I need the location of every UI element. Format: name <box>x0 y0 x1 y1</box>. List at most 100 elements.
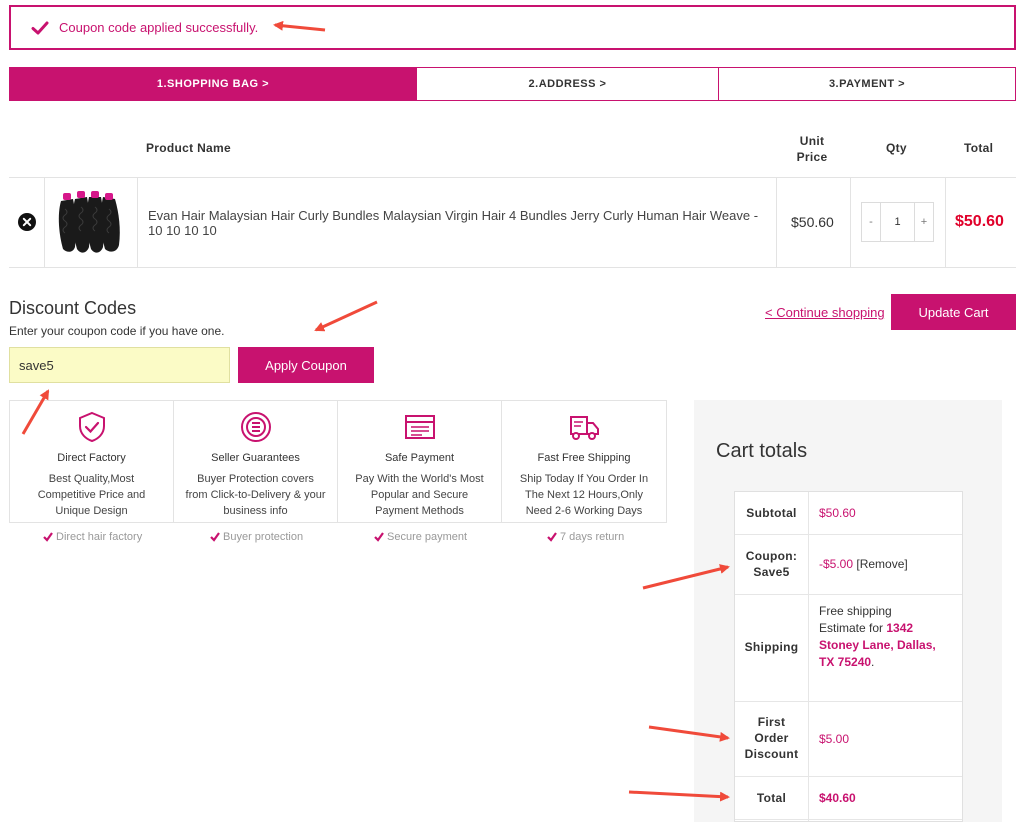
coupon-value: -$5.00 <box>819 557 854 571</box>
product-name-line1: Evan Hair Malaysian Hair Curly Bundles M… <box>148 208 759 223</box>
totals-row-divider <box>735 819 962 820</box>
update-cart-button[interactable]: Update Cart <box>891 294 1016 330</box>
feature-tag: Direct hair factory <box>43 531 142 543</box>
feature-desc: Best Quality,Most Competitive Price and … <box>18 471 165 519</box>
coupon-label-line2: Save5 <box>753 565 790 579</box>
shipping-label: Shipping <box>744 640 799 654</box>
col-divider <box>44 177 45 267</box>
feature-seller-guarantees: Seller Guarantees Buyer Protection cover… <box>173 400 338 523</box>
feature-tag-text: Secure payment <box>387 531 468 543</box>
col-divider <box>850 177 851 267</box>
arrow-subtitle-icon <box>314 300 378 332</box>
feature-desc-line: Buyer Protection covers <box>197 473 314 485</box>
subtotal-label: Subtotal <box>746 506 797 520</box>
shipping-address-part: 1342 <box>886 621 914 635</box>
shipping-estimate-line: Estimate for 1342 <box>819 620 954 637</box>
header-unit-price-line1: Unit <box>799 134 825 148</box>
header-qty: Qty <box>886 141 907 155</box>
subtotal-value: $50.60 <box>819 506 856 520</box>
shield-check-icon <box>78 411 105 443</box>
first-order-discount-value: $5.00 <box>819 732 850 746</box>
checkmark-icon <box>31 21 49 35</box>
shipping-address-part: TX 75240 <box>819 655 872 669</box>
qty-decrease-button[interactable]: - <box>862 203 880 241</box>
notice-text: Coupon code applied successfully. <box>59 20 259 35</box>
quantity-stepper[interactable]: - 1 + <box>861 202 934 242</box>
continue-shopping-link[interactable]: < Continue shopping <box>765 305 885 320</box>
feature-desc-line: Need 2-6 Working Days <box>525 505 643 517</box>
shipping-estimate-prefix: Estimate for <box>819 621 884 635</box>
feature-desc-line: Competitive Price and <box>37 489 146 501</box>
check-icon <box>374 532 384 542</box>
col-divider <box>945 177 946 267</box>
check-icon <box>547 532 557 542</box>
feature-desc-line: from Click-to-Delivery & your <box>185 489 326 501</box>
header-unit-price-line2: Price <box>796 150 828 164</box>
shipping-details: Free shipping Estimate for 1342 Stoney L… <box>819 603 954 671</box>
feature-desc-line: Pay With the World's Most <box>355 473 484 485</box>
table-header-divider <box>9 177 1016 178</box>
qty-value[interactable]: 1 <box>880 203 915 241</box>
feature-fast-shipping: Fast Free Shipping Ship Today If You Ord… <box>501 400 667 523</box>
step-payment[interactable]: 3.PAYMENT > <box>718 67 1016 101</box>
totals-row-divider <box>735 701 962 702</box>
product-thumbnail[interactable] <box>55 185 127 257</box>
table-bottom-divider <box>9 267 1016 268</box>
feature-desc: Buyer Protection covers from Click-to-De… <box>182 471 329 519</box>
coupon-input[interactable] <box>9 347 230 383</box>
col-divider <box>137 177 138 267</box>
step-address[interactable]: 2.ADDRESS > <box>416 67 719 101</box>
delivery-truck-icon <box>570 416 599 440</box>
coupon-value-row: -$5.00 [Remove] <box>819 556 908 572</box>
badge-list-icon <box>240 412 271 442</box>
feature-tag-text: 7 days return <box>560 531 625 543</box>
feature-tag: 7 days return <box>547 531 624 543</box>
totals-row-divider <box>735 776 962 777</box>
product-name-line2: 10 10 10 10 <box>148 223 217 238</box>
feature-title: Fast Free Shipping <box>537 452 631 464</box>
line-total: $50.60 <box>955 213 1004 230</box>
coupon-label-line1: Coupon: <box>745 549 798 563</box>
feature-safe-payment: Safe Payment Pay With the World's Most P… <box>337 400 502 523</box>
feature-desc-line: Unique Design <box>55 505 128 517</box>
total-label: Total <box>756 791 787 805</box>
feature-desc-line: Best Quality,Most <box>48 473 135 485</box>
feature-desc: Ship Today If You Order In The Next 12 H… <box>510 471 658 519</box>
card-payment-icon <box>404 415 435 439</box>
header-product-name: Product Name <box>146 141 231 155</box>
totals-col-divider <box>808 492 809 821</box>
qty-increase-button[interactable]: + <box>915 203 933 241</box>
first-order-label-line3: Discount <box>744 747 799 761</box>
shipping-address-dot: . <box>871 655 875 669</box>
feature-tag-text: Direct hair factory <box>56 531 143 543</box>
first-order-label-line1: First <box>757 715 786 729</box>
shipping-address-part: Stoney Lane, Dallas, <box>819 638 936 652</box>
cart-totals-table: Subtotal $50.60 Coupon: Save5 -$5.00 [Re… <box>734 491 963 822</box>
header-unit-price: Unit Price <box>795 133 829 165</box>
apply-coupon-button[interactable]: Apply Coupon <box>238 347 374 383</box>
feature-title: Direct Factory <box>57 452 126 464</box>
remove-item-icon[interactable] <box>18 213 36 231</box>
discount-subtitle: Enter your coupon code if you have one. <box>9 324 225 338</box>
feature-desc: Pay With the World's Most Popular and Se… <box>346 471 493 519</box>
unit-price: $50.60 <box>791 214 834 230</box>
coupon-success-notice: Coupon code applied successfully. <box>9 5 1016 50</box>
feature-desc-line: business info <box>223 505 288 517</box>
feature-tag: Secure payment <box>374 531 467 543</box>
total-value: $40.60 <box>819 791 856 805</box>
feature-desc-line: Ship Today If You Order In <box>519 473 649 485</box>
first-order-label-line2: Order <box>754 731 789 745</box>
cart-totals-title: Cart totals <box>716 440 808 462</box>
coupon-remove-link[interactable]: [Remove] <box>856 557 907 571</box>
feature-tag: Buyer protection <box>210 531 303 543</box>
coupon-label: Coupon: Save5 <box>735 548 808 580</box>
feature-desc-line: The Next 12 Hours,Only <box>525 489 643 501</box>
step-shopping-bag[interactable]: 1.SHOPPING BAG > <box>9 67 417 101</box>
check-icon <box>210 532 220 542</box>
check-icon <box>43 532 53 542</box>
feature-desc-line: Popular and Secure <box>370 489 469 501</box>
product-name[interactable]: Evan Hair Malaysian Hair Curly Bundles M… <box>148 208 768 238</box>
feature-desc-line: Payment Methods <box>375 505 464 517</box>
col-divider <box>776 177 777 267</box>
totals-row-divider <box>735 534 962 535</box>
